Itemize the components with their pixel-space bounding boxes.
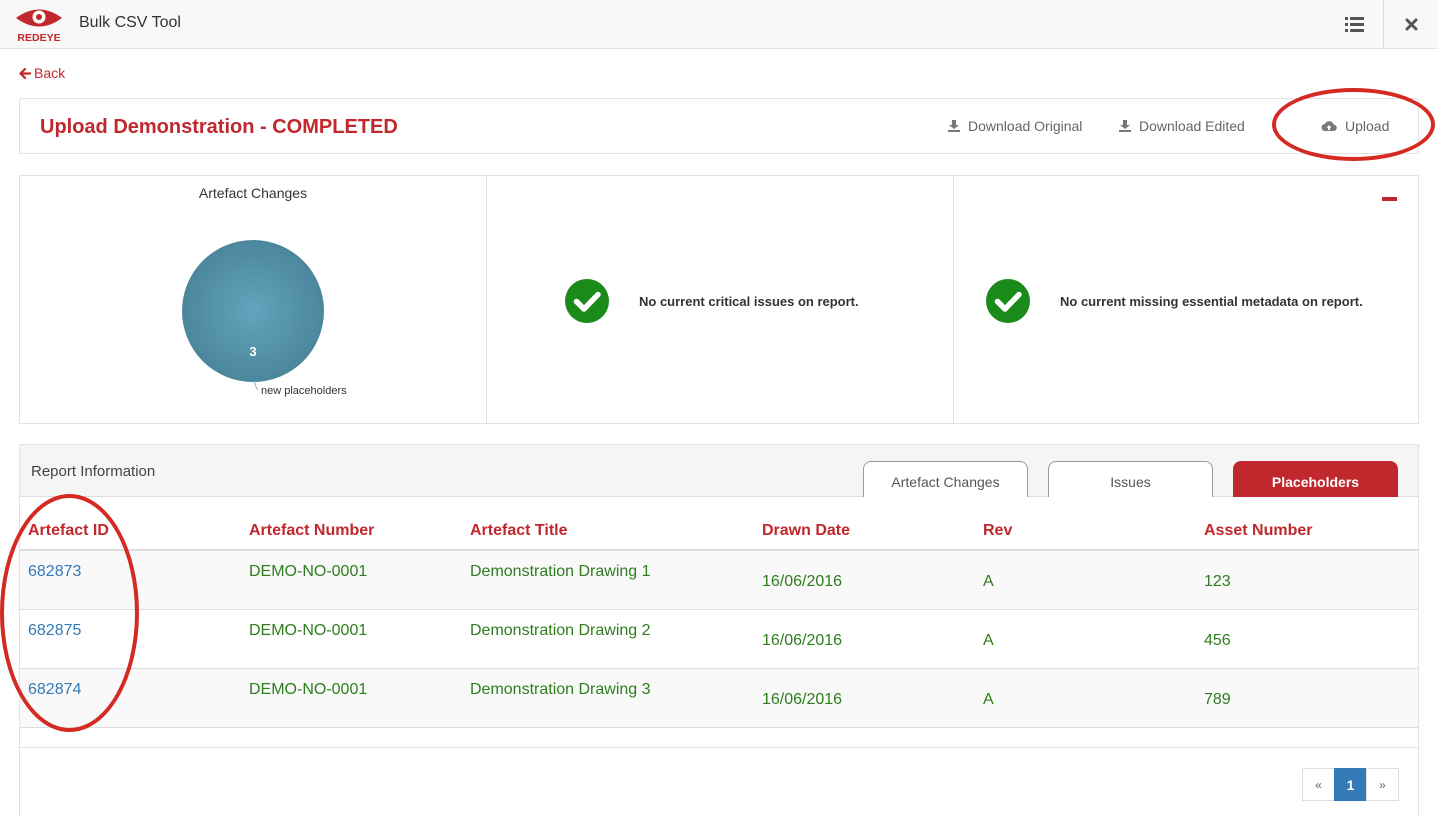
rev-cell: A: [983, 573, 994, 590]
tab-placeholders[interactable]: Placeholders: [1233, 461, 1398, 497]
page-1-button[interactable]: 1: [1334, 768, 1367, 801]
menu-button[interactable]: [1326, 0, 1382, 48]
close-button[interactable]: [1383, 0, 1438, 48]
download-icon: [948, 120, 960, 132]
redeye-logo: REDEYE: [16, 9, 62, 43]
table-row: 682874 DEMO-NO-0001 Demonstration Drawin…: [20, 669, 1418, 728]
missing-metadata-panel: No current missing essential metadata on…: [953, 176, 1418, 423]
cloud-upload-icon: [1321, 121, 1337, 131]
artefact-id-link[interactable]: 682873: [28, 563, 81, 581]
check-circle-icon: [565, 279, 609, 323]
table-row: 682875 DEMO-NO-0001 Demonstration Drawin…: [20, 610, 1418, 669]
artefact-title-cell: Demonstration Drawing 2: [470, 622, 651, 639]
artefact-title-cell: Demonstration Drawing 3: [470, 681, 651, 698]
critical-issues-status: No current critical issues on report.: [639, 293, 859, 309]
top-bar: REDEYE Bulk CSV Tool: [0, 0, 1438, 49]
title-panel: Upload Demonstration - COMPLETED Downloa…: [19, 98, 1419, 154]
arrow-left-icon: [19, 67, 31, 79]
asset-number-cell: 456: [1204, 632, 1231, 649]
drawn-date-cell: 16/06/2016: [762, 691, 843, 708]
rev-cell: A: [983, 691, 994, 708]
tab-artefact-changes[interactable]: Artefact Changes: [863, 461, 1028, 497]
drawn-date-cell: 16/06/2016: [762, 632, 843, 649]
artefact-number-cell: DEMO-NO-0001: [249, 563, 368, 580]
artefact-id-link[interactable]: 682875: [28, 622, 81, 640]
asset-number-cell: 123: [1204, 573, 1231, 590]
report-header: Report Information Artefact Changes Issu…: [20, 445, 1418, 497]
summary-panel: Artefact Changes 3 new placeholders No cu…: [19, 175, 1419, 424]
artefact-title-cell: Demonstration Drawing 1: [470, 563, 651, 580]
upload-button[interactable]: Upload: [1321, 118, 1389, 134]
column-header-rev[interactable]: Rev: [983, 522, 1012, 540]
prev-page-button[interactable]: «: [1302, 768, 1335, 801]
close-icon: [1405, 18, 1417, 30]
pagination: « 1 »: [1302, 768, 1399, 801]
pie-category-label: new placeholders: [261, 385, 347, 397]
artefact-number-cell: DEMO-NO-0001: [249, 622, 368, 639]
report-title: Report Information: [31, 463, 156, 480]
list-icon: [1344, 16, 1364, 32]
missing-metadata-status: No current missing essential metadata on…: [1060, 293, 1363, 309]
next-page-button[interactable]: »: [1366, 768, 1399, 801]
download-edited-button[interactable]: Download Edited: [1119, 118, 1245, 134]
pie-chart: 3 new placeholders: [182, 240, 347, 397]
download-edited-label: Download Edited: [1139, 118, 1245, 134]
column-header-drawn-date[interactable]: Drawn Date: [762, 522, 850, 540]
back-link[interactable]: Back: [19, 65, 65, 81]
tab-issues[interactable]: Issues: [1048, 461, 1213, 497]
download-icon: [1119, 120, 1131, 132]
collapse-button[interactable]: [1382, 197, 1397, 201]
column-header-artefact-number[interactable]: Artefact Number: [249, 522, 374, 540]
download-original-label: Download Original: [968, 118, 1083, 134]
column-header-artefact-id[interactable]: Artefact ID: [28, 522, 109, 540]
critical-issues-panel: No current critical issues on report.: [486, 176, 953, 423]
pie-slice: [182, 240, 324, 382]
back-label: Back: [34, 65, 66, 81]
asset-number-cell: 789: [1204, 691, 1231, 708]
rev-cell: A: [983, 632, 994, 649]
svg-text:REDEYE: REDEYE: [17, 32, 60, 43]
download-original-button[interactable]: Download Original: [948, 118, 1082, 134]
report-panel: Report Information Artefact Changes Issu…: [19, 444, 1419, 816]
upload-label: Upload: [1345, 118, 1390, 134]
artefact-id-link[interactable]: 682874: [28, 681, 81, 699]
column-header-artefact-title[interactable]: Artefact Title: [470, 522, 568, 540]
check-circle-icon: [986, 279, 1030, 323]
table-row: 682873 DEMO-NO-0001 Demonstration Drawin…: [20, 551, 1418, 610]
drawn-date-cell: 16/06/2016: [762, 573, 843, 590]
page-title: Upload Demonstration - COMPLETED: [40, 116, 398, 138]
column-header-asset-number[interactable]: Asset Number: [1204, 522, 1312, 540]
pie-value-label: 3: [249, 344, 256, 359]
artefact-number-cell: DEMO-NO-0001: [249, 681, 368, 698]
footer-divider: [20, 747, 1418, 748]
app-title: Bulk CSV Tool: [79, 14, 181, 31]
artefact-changes-chart-panel: Artefact Changes 3 new placeholders: [20, 176, 486, 423]
pie-label-leader: [253, 380, 259, 391]
